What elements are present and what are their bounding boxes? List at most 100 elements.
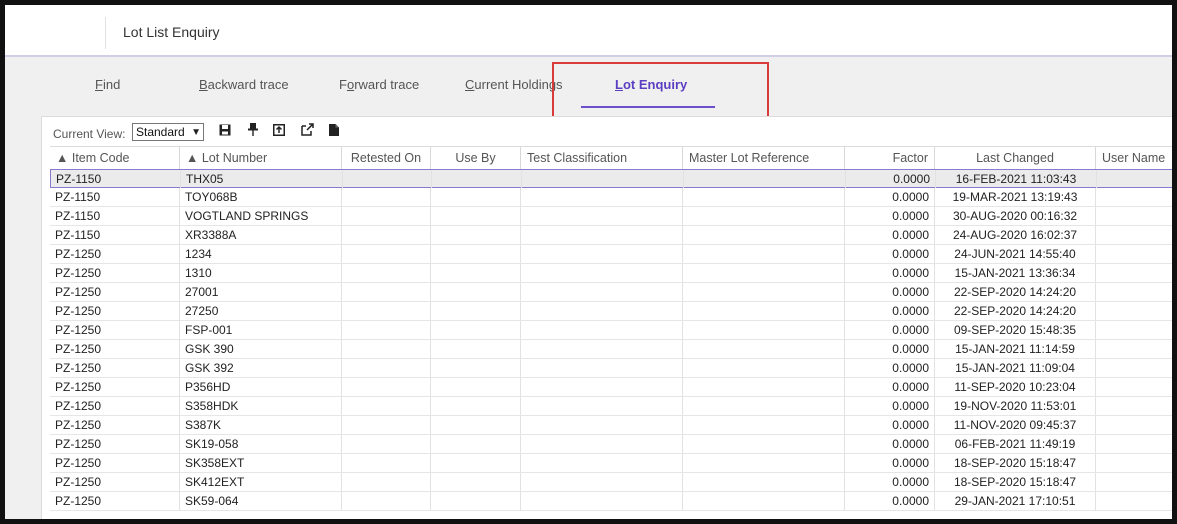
cell-last-changed: 22-SEP-2020 14:24:20 bbox=[935, 302, 1096, 320]
cell-factor: 0.0000 bbox=[845, 340, 935, 358]
column-header-last-changed[interactable]: Last Changed bbox=[935, 147, 1096, 169]
cell-use-by bbox=[431, 435, 521, 453]
cell-test-classification bbox=[522, 170, 684, 188]
column-header-item-code[interactable]: ▲ Item Code bbox=[50, 147, 180, 169]
column-header-lot-number[interactable]: ▲ Lot Number bbox=[180, 147, 342, 169]
cell-item-code: PZ-1250 bbox=[50, 416, 180, 434]
table-row[interactable]: PZ-1150 THX05 0.0000 16-FEB-2021 11:03:43 bbox=[50, 169, 1172, 188]
cell-retested-on bbox=[342, 378, 431, 396]
cell-factor: 0.0000 bbox=[845, 416, 935, 434]
cell-master-lot-reference bbox=[683, 321, 845, 339]
tab-find[interactable]: Find bbox=[95, 77, 120, 92]
open-external-icon[interactable] bbox=[298, 123, 316, 141]
title-divider bbox=[105, 17, 106, 49]
cell-last-changed: 11-SEP-2020 10:23:04 bbox=[935, 378, 1096, 396]
cell-user-name bbox=[1096, 188, 1172, 206]
cell-retested-on bbox=[342, 264, 431, 282]
table-row[interactable]: PZ-1250 SK59-064 0.0000 29-JAN-2021 17:10:5… bbox=[50, 492, 1172, 511]
tab-current-holdings[interactable]: Current Holdings bbox=[465, 77, 563, 92]
cell-retested-on bbox=[342, 416, 431, 434]
table-row[interactable]: PZ-1250 SK412EXT 0.0000 18-SEP-2020 15:18:4… bbox=[50, 473, 1172, 492]
tab-forward-trace[interactable]: Forward trace bbox=[339, 77, 419, 92]
table-row[interactable]: PZ-1250 S387K 0.0000 11-NOV-2020 09:45:37 bbox=[50, 416, 1172, 435]
cell-factor: 0.0000 bbox=[845, 264, 935, 282]
cell-user-name bbox=[1096, 340, 1172, 358]
table-header: ▲ Item Code ▲ Lot Number Retested On Use… bbox=[50, 146, 1172, 170]
cell-lot-number: FSP-001 bbox=[180, 321, 342, 339]
cell-item-code: PZ-1250 bbox=[50, 397, 180, 415]
column-header-test-classification[interactable]: Test Classification bbox=[521, 147, 683, 169]
cell-retested-on bbox=[342, 321, 431, 339]
column-header-user-name[interactable]: User Name bbox=[1096, 147, 1172, 169]
title-bar: Lot List Enquiry bbox=[5, 5, 1172, 57]
document-icon[interactable] bbox=[325, 123, 343, 141]
cell-item-code: PZ-1250 bbox=[50, 378, 180, 396]
cell-test-classification bbox=[521, 435, 683, 453]
table-row[interactable]: PZ-1250 P356HD 0.0000 11-SEP-2020 10:23:04 bbox=[50, 378, 1172, 397]
cell-last-changed: 24-JUN-2021 14:55:40 bbox=[935, 245, 1096, 263]
results-panel: Current View: Standard ▼ ▲ Item Code ▲ L… bbox=[41, 116, 1172, 519]
cell-use-by bbox=[431, 340, 521, 358]
cell-retested-on bbox=[342, 397, 431, 415]
table-row[interactable]: PZ-1250 S358HDK 0.0000 19-NOV-2020 11:53:01 bbox=[50, 397, 1172, 416]
cell-master-lot-reference bbox=[683, 188, 845, 206]
table-row[interactable]: PZ-1150 TOY068B 0.0000 19-MAR-2021 13:19:43 bbox=[50, 188, 1172, 207]
cell-user-name bbox=[1097, 170, 1172, 188]
cell-item-code: PZ-1250 bbox=[50, 264, 180, 282]
table-row[interactable]: PZ-1250 FSP-001 0.0000 09-SEP-2020 15:48:35 bbox=[50, 321, 1172, 340]
cell-test-classification bbox=[521, 283, 683, 301]
cell-last-changed: 19-MAR-2021 13:19:43 bbox=[935, 188, 1096, 206]
cell-test-classification bbox=[521, 226, 683, 244]
cell-test-classification bbox=[521, 492, 683, 510]
table-row[interactable]: PZ-1250 GSK 392 0.0000 15-JAN-2021 11:09:04 bbox=[50, 359, 1172, 378]
save-icon[interactable] bbox=[216, 123, 234, 141]
table-row[interactable]: PZ-1250 SK19-058 0.0000 06-FEB-2021 11:49:1… bbox=[50, 435, 1172, 454]
chevron-down-icon: ▼ bbox=[191, 127, 201, 138]
cell-item-code: PZ-1250 bbox=[50, 321, 180, 339]
pin-icon[interactable] bbox=[244, 123, 262, 141]
cell-retested-on bbox=[342, 188, 431, 206]
current-view-select[interactable]: Standard ▼ bbox=[132, 123, 204, 141]
cell-item-code: PZ-1150 bbox=[50, 226, 180, 244]
cell-user-name bbox=[1096, 473, 1172, 491]
cell-factor: 0.0000 bbox=[845, 397, 935, 415]
column-header-factor[interactable]: Factor bbox=[845, 147, 935, 169]
cell-factor: 0.0000 bbox=[845, 359, 935, 377]
table-row[interactable]: PZ-1150 VOGTLAND SPRINGS 0.0000 30-AUG-2020… bbox=[50, 207, 1172, 226]
cell-user-name bbox=[1096, 321, 1172, 339]
table-row[interactable]: PZ-1250 27250 0.0000 22-SEP-2020 14:24:20 bbox=[50, 302, 1172, 321]
cell-factor: 0.0000 bbox=[845, 492, 935, 510]
cell-last-changed: 18-SEP-2020 15:18:47 bbox=[935, 473, 1096, 491]
cell-user-name bbox=[1096, 397, 1172, 415]
table-row[interactable]: PZ-1250 GSK 390 0.0000 15-JAN-2021 11:14:59 bbox=[50, 340, 1172, 359]
table-row[interactable]: PZ-1250 SK358EXT 0.0000 18-SEP-2020 15:18:4… bbox=[50, 454, 1172, 473]
cell-item-code: PZ-1250 bbox=[50, 473, 180, 491]
cell-lot-number: VOGTLAND SPRINGS bbox=[180, 207, 342, 225]
table-row[interactable]: PZ-1150 XR3388A 0.0000 24-AUG-2020 16:02:37 bbox=[50, 226, 1172, 245]
tab-backward-trace[interactable]: Backward trace bbox=[199, 77, 289, 92]
column-header-retested-on[interactable]: Retested On bbox=[342, 147, 431, 169]
cell-lot-number: SK19-058 bbox=[180, 435, 342, 453]
column-header-use-by[interactable]: Use By bbox=[431, 147, 521, 169]
cell-use-by bbox=[431, 321, 521, 339]
cell-master-lot-reference bbox=[683, 359, 845, 377]
table-row[interactable]: PZ-1250 1234 0.0000 24-JUN-2021 14:55:40 bbox=[50, 245, 1172, 264]
cell-retested-on bbox=[342, 435, 431, 453]
cell-test-classification bbox=[521, 302, 683, 320]
cell-test-classification bbox=[521, 378, 683, 396]
cell-master-lot-reference bbox=[683, 226, 845, 244]
table-row[interactable]: PZ-1250 27001 0.0000 22-SEP-2020 14:24:20 bbox=[50, 283, 1172, 302]
cell-item-code: PZ-1250 bbox=[50, 435, 180, 453]
app-frame: Lot List Enquiry Find Backward trace For… bbox=[0, 0, 1177, 524]
cell-user-name bbox=[1096, 416, 1172, 434]
column-header-master-lot-reference[interactable]: Master Lot Reference bbox=[683, 147, 845, 169]
cell-test-classification bbox=[521, 264, 683, 282]
cell-use-by bbox=[431, 359, 521, 377]
cell-retested-on bbox=[342, 207, 431, 225]
export-icon[interactable] bbox=[270, 123, 288, 141]
cell-test-classification bbox=[521, 207, 683, 225]
cell-user-name bbox=[1096, 378, 1172, 396]
cell-last-changed: 15-JAN-2021 11:09:04 bbox=[935, 359, 1096, 377]
table-row[interactable]: PZ-1250 1310 0.0000 15-JAN-2021 13:36:34 bbox=[50, 264, 1172, 283]
cell-factor: 0.0000 bbox=[845, 302, 935, 320]
